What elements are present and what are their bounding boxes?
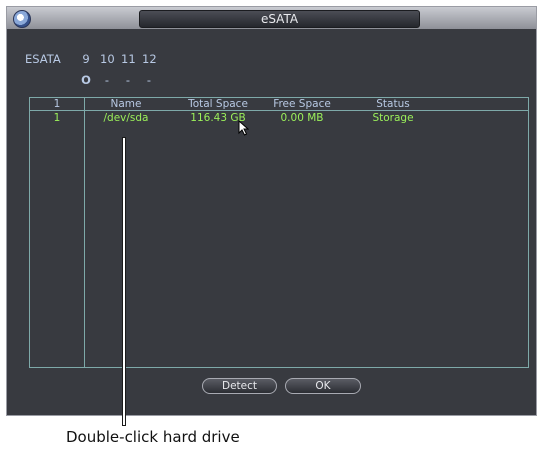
table-header-row: 1 Name Total Space Free Space Status	[30, 98, 528, 111]
mouse-pointer-icon	[238, 120, 249, 136]
port-number: 10	[100, 52, 115, 66]
callout-caption: Double-click hard drive	[66, 428, 240, 446]
title-bar: eSATA	[7, 7, 536, 29]
esata-port-row: ESATA 9 10 11 12	[25, 52, 163, 66]
app-globe-icon	[13, 10, 31, 28]
header-status: Status	[376, 98, 410, 110]
port-status: -	[146, 73, 152, 87]
header-name: Name	[110, 98, 142, 110]
detect-button[interactable]: Detect	[202, 378, 277, 394]
hdd-table: 1 Name Total Space Free Space Status 1 /…	[29, 97, 529, 368]
column-divider	[84, 98, 85, 367]
ok-button[interactable]: OK	[285, 378, 361, 394]
drive-status: Storage	[372, 112, 414, 124]
row-number: 1	[53, 112, 61, 124]
port-number: 11	[121, 52, 136, 66]
esata-label: ESATA	[25, 52, 61, 66]
callout-line	[123, 138, 125, 425]
esata-window: eSATA ESATA 9 10 11 12 O--- 1 Name Total Spa…	[6, 6, 537, 416]
port-number: 9	[82, 52, 90, 66]
esata-status-row: O---	[79, 73, 163, 87]
port-status: -	[125, 73, 131, 87]
port-status: -	[104, 73, 110, 87]
drive-name: /dev/sda	[103, 112, 149, 124]
header-free-space: Free Space	[273, 98, 331, 110]
table-row[interactable]: 1 /dev/sda 116.43 GB 0.00 MB Storage	[30, 112, 528, 125]
header-number: 1	[53, 98, 61, 110]
window-title: eSATA	[139, 10, 420, 28]
header-total-space: Total Space	[188, 98, 248, 110]
drive-free-space: 0.00 MB	[280, 112, 324, 124]
port-status: O	[81, 73, 91, 87]
port-number: 12	[142, 52, 157, 66]
